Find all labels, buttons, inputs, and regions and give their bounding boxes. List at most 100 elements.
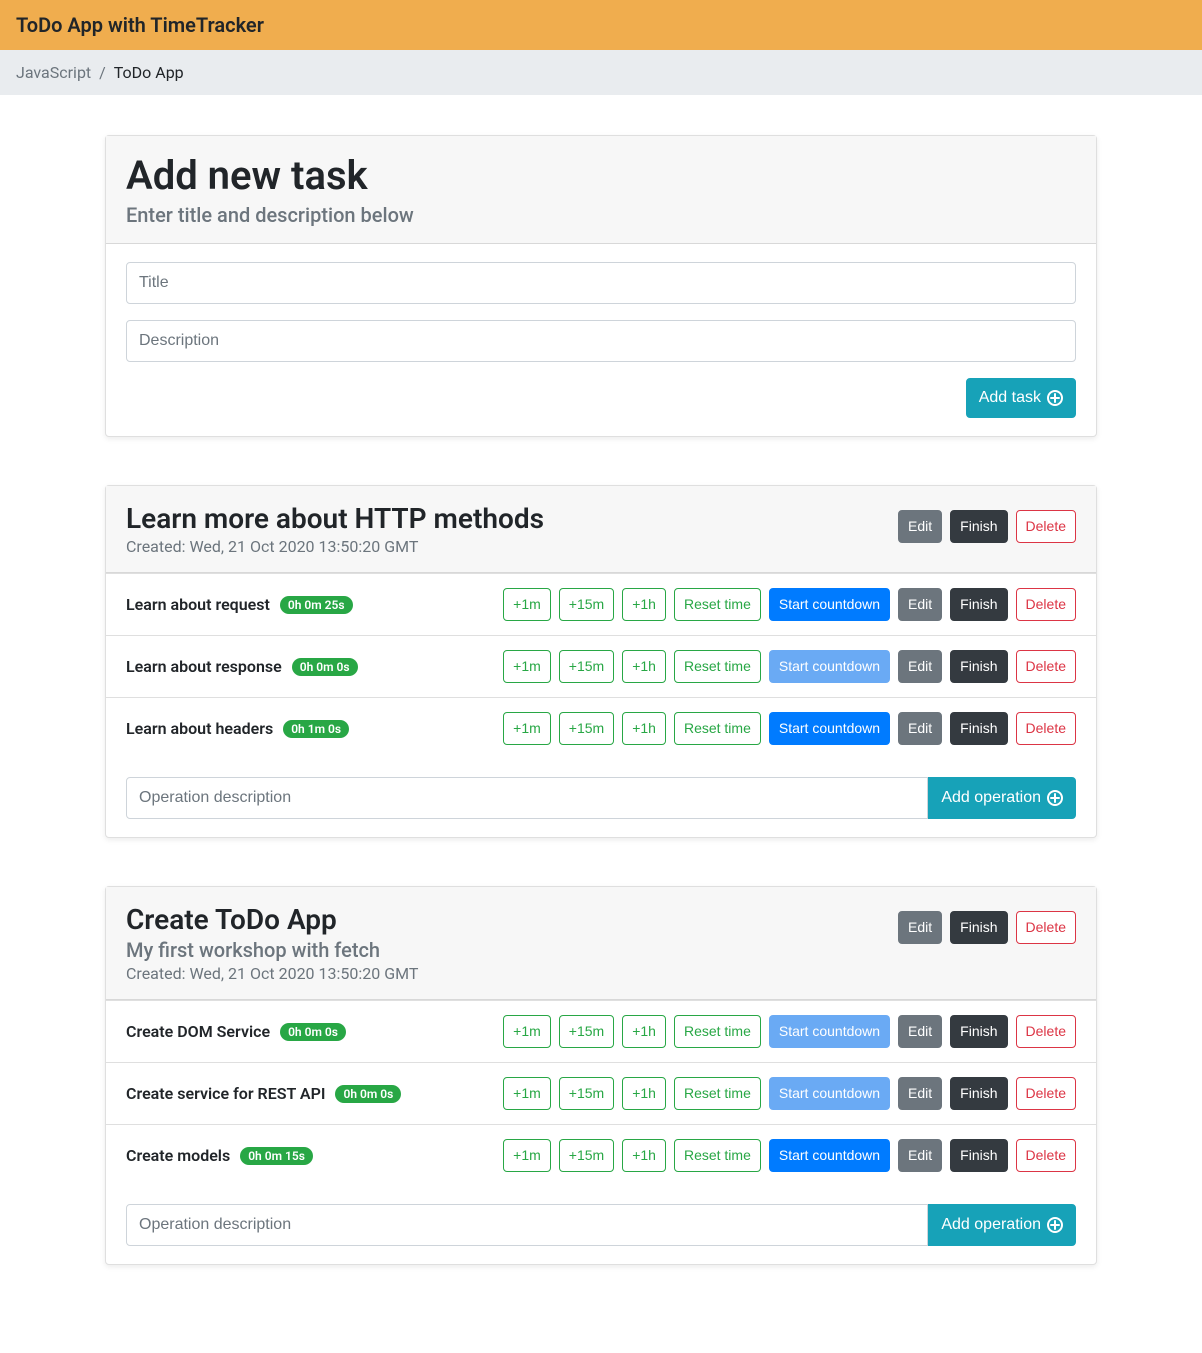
add-operation-label: Add operation	[941, 1213, 1041, 1237]
add-operation-button[interactable]: Add operation	[928, 777, 1076, 819]
plus-1m-button[interactable]: +1m	[503, 1139, 551, 1172]
plus-1m-button[interactable]: +1m	[503, 1077, 551, 1110]
operation-actions: +1m+15m+1hReset timeStart countdownEditF…	[503, 712, 1076, 745]
start-countdown-button[interactable]: Start countdown	[769, 1139, 890, 1172]
task-card: Create ToDo AppMy first workshop with fe…	[105, 886, 1097, 1265]
plus-15m-button[interactable]: +15m	[559, 588, 614, 621]
plus-1h-button[interactable]: +1h	[622, 650, 666, 683]
operation-delete-button[interactable]: Delete	[1016, 1077, 1076, 1110]
breadcrumb-current: ToDo App	[114, 63, 184, 82]
reset-time-button[interactable]: Reset time	[674, 1015, 761, 1048]
plus-15m-button[interactable]: +15m	[559, 1139, 614, 1172]
task-title: Create ToDo App	[126, 903, 418, 936]
task-edit-button[interactable]: Edit	[898, 911, 942, 944]
plus-1h-button[interactable]: +1h	[622, 1139, 666, 1172]
operation-row: Learn about response0h 0m 0s+1m+15m+1hRe…	[106, 635, 1096, 697]
operation-edit-button[interactable]: Edit	[898, 1139, 942, 1172]
operation-row: Create DOM Service 0h 0m 0s +1m+15m+1hRese…	[106, 1000, 1096, 1062]
task-edit-button[interactable]: Edit	[898, 510, 942, 543]
reset-time-button[interactable]: Reset time	[674, 712, 761, 745]
operation-actions: +1m+15m+1hReset timeStart countdownEditF…	[503, 650, 1076, 683]
operation-finish-button[interactable]: Finish	[950, 1077, 1007, 1110]
plus-1h-button[interactable]: +1h	[622, 588, 666, 621]
operation-finish-button[interactable]: Finish	[950, 1139, 1007, 1172]
operation-finish-button[interactable]: Finish	[950, 712, 1007, 745]
task-title: Learn more about HTTP methods	[126, 502, 544, 535]
add-task-title: Add new task	[126, 152, 414, 199]
operation-row: Create service for REST API0h 0m 0s+1m+1…	[106, 1062, 1096, 1124]
operation-actions: +1m+15m+1hReset timeStart countdownEditF…	[503, 1015, 1076, 1048]
operation-row: Create models0h 0m 15s+1m+15m+1hReset ti…	[106, 1124, 1096, 1186]
plus-1m-button[interactable]: +1m	[503, 1015, 551, 1048]
plus-15m-button[interactable]: +15m	[559, 650, 614, 683]
plus-1h-button[interactable]: +1h	[622, 712, 666, 745]
reset-time-button[interactable]: Reset time	[674, 1139, 761, 1172]
operation-edit-button[interactable]: Edit	[898, 712, 942, 745]
breadcrumb-separator: /	[99, 63, 106, 82]
reset-time-button[interactable]: Reset time	[674, 650, 761, 683]
task-title-input[interactable]	[126, 262, 1076, 304]
plus-circle-icon	[1047, 1217, 1063, 1233]
operation-title: Create DOM Service	[126, 1022, 270, 1041]
operation-time-pill: 0h 0m 15s	[240, 1147, 313, 1165]
task-subtitle: My first workshop with fetch	[126, 938, 418, 962]
add-task-button-label: Add task	[979, 386, 1041, 410]
operation-delete-button[interactable]: Delete	[1016, 712, 1076, 745]
start-countdown-button[interactable]: Start countdown	[769, 712, 890, 745]
operation-description-input[interactable]	[126, 777, 928, 819]
breadcrumb: JavaScript / ToDo App	[0, 50, 1202, 95]
add-task-card: Add new task Enter title and description…	[105, 135, 1097, 437]
plus-15m-button[interactable]: +15m	[559, 1077, 614, 1110]
start-countdown-button: Start countdown	[769, 650, 890, 683]
operation-delete-button[interactable]: Delete	[1016, 588, 1076, 621]
operation-edit-button[interactable]: Edit	[898, 650, 942, 683]
operation-finish-button[interactable]: Finish	[950, 588, 1007, 621]
add-task-button[interactable]: Add task	[966, 378, 1076, 418]
operation-row: Learn about headers0h 1m 0s+1m+15m+1hRes…	[106, 697, 1096, 759]
operation-time-pill: 0h 1m 0s	[283, 720, 349, 738]
plus-15m-button[interactable]: +15m	[559, 712, 614, 745]
add-operation-footer: Add operation	[106, 759, 1096, 837]
operation-delete-button[interactable]: Delete	[1016, 650, 1076, 683]
task-header: Learn more about HTTP methods Created: We…	[106, 486, 1096, 573]
reset-time-button[interactable]: Reset time	[674, 588, 761, 621]
operation-time-pill: 0h 0m 25s	[280, 596, 353, 614]
task-finish-button[interactable]: Finish	[950, 510, 1007, 543]
app-title: ToDo App with TimeTracker	[16, 13, 264, 37]
operation-finish-button[interactable]: Finish	[950, 1015, 1007, 1048]
plus-1m-button[interactable]: +1m	[503, 712, 551, 745]
operation-delete-button[interactable]: Delete	[1016, 1015, 1076, 1048]
reset-time-button[interactable]: Reset time	[674, 1077, 761, 1110]
navbar: ToDo App with TimeTracker	[0, 0, 1202, 50]
plus-1m-button[interactable]: +1m	[503, 650, 551, 683]
operation-edit-button[interactable]: Edit	[898, 1077, 942, 1110]
task-header-actions: EditFinish Delete	[898, 911, 1076, 944]
task-header-actions: EditFinish Delete	[898, 510, 1076, 543]
operation-edit-button[interactable]: Edit	[898, 1015, 942, 1048]
plus-circle-icon	[1047, 790, 1063, 806]
add-operation-label: Add operation	[941, 786, 1041, 810]
add-task-subtitle: Enter title and description below	[126, 203, 414, 227]
operation-finish-button[interactable]: Finish	[950, 650, 1007, 683]
operation-actions: +1m+15m+1hReset timeStart countdownEditF…	[503, 588, 1076, 621]
breadcrumb-parent[interactable]: JavaScript	[16, 63, 91, 82]
operation-time-pill: 0h 0m 0s	[292, 658, 358, 676]
operation-description-input[interactable]	[126, 1204, 928, 1246]
plus-1h-button[interactable]: +1h	[622, 1077, 666, 1110]
plus-1m-button[interactable]: +1m	[503, 588, 551, 621]
add-operation-button[interactable]: Add operation	[928, 1204, 1076, 1246]
plus-15m-button[interactable]: +15m	[559, 1015, 614, 1048]
task-delete-button[interactable]: Delete	[1016, 911, 1076, 944]
task-created: Created: Wed, 21 Oct 2020 13:50:20 GMT	[126, 537, 544, 556]
task-description-input[interactable]	[126, 320, 1076, 362]
plus-1h-button[interactable]: +1h	[622, 1015, 666, 1048]
start-countdown-button[interactable]: Start countdown	[769, 588, 890, 621]
task-finish-button[interactable]: Finish	[950, 911, 1007, 944]
operation-row: Learn about request0h 0m 25s+1m+15m+1hRe…	[106, 573, 1096, 635]
operation-time-pill: 0h 0m 0s	[280, 1023, 346, 1041]
start-countdown-button: Start countdown	[769, 1077, 890, 1110]
operation-delete-button[interactable]: Delete	[1016, 1139, 1076, 1172]
operation-edit-button[interactable]: Edit	[898, 588, 942, 621]
operation-time-pill: 0h 0m 0s	[335, 1085, 401, 1103]
task-delete-button[interactable]: Delete	[1016, 510, 1076, 543]
